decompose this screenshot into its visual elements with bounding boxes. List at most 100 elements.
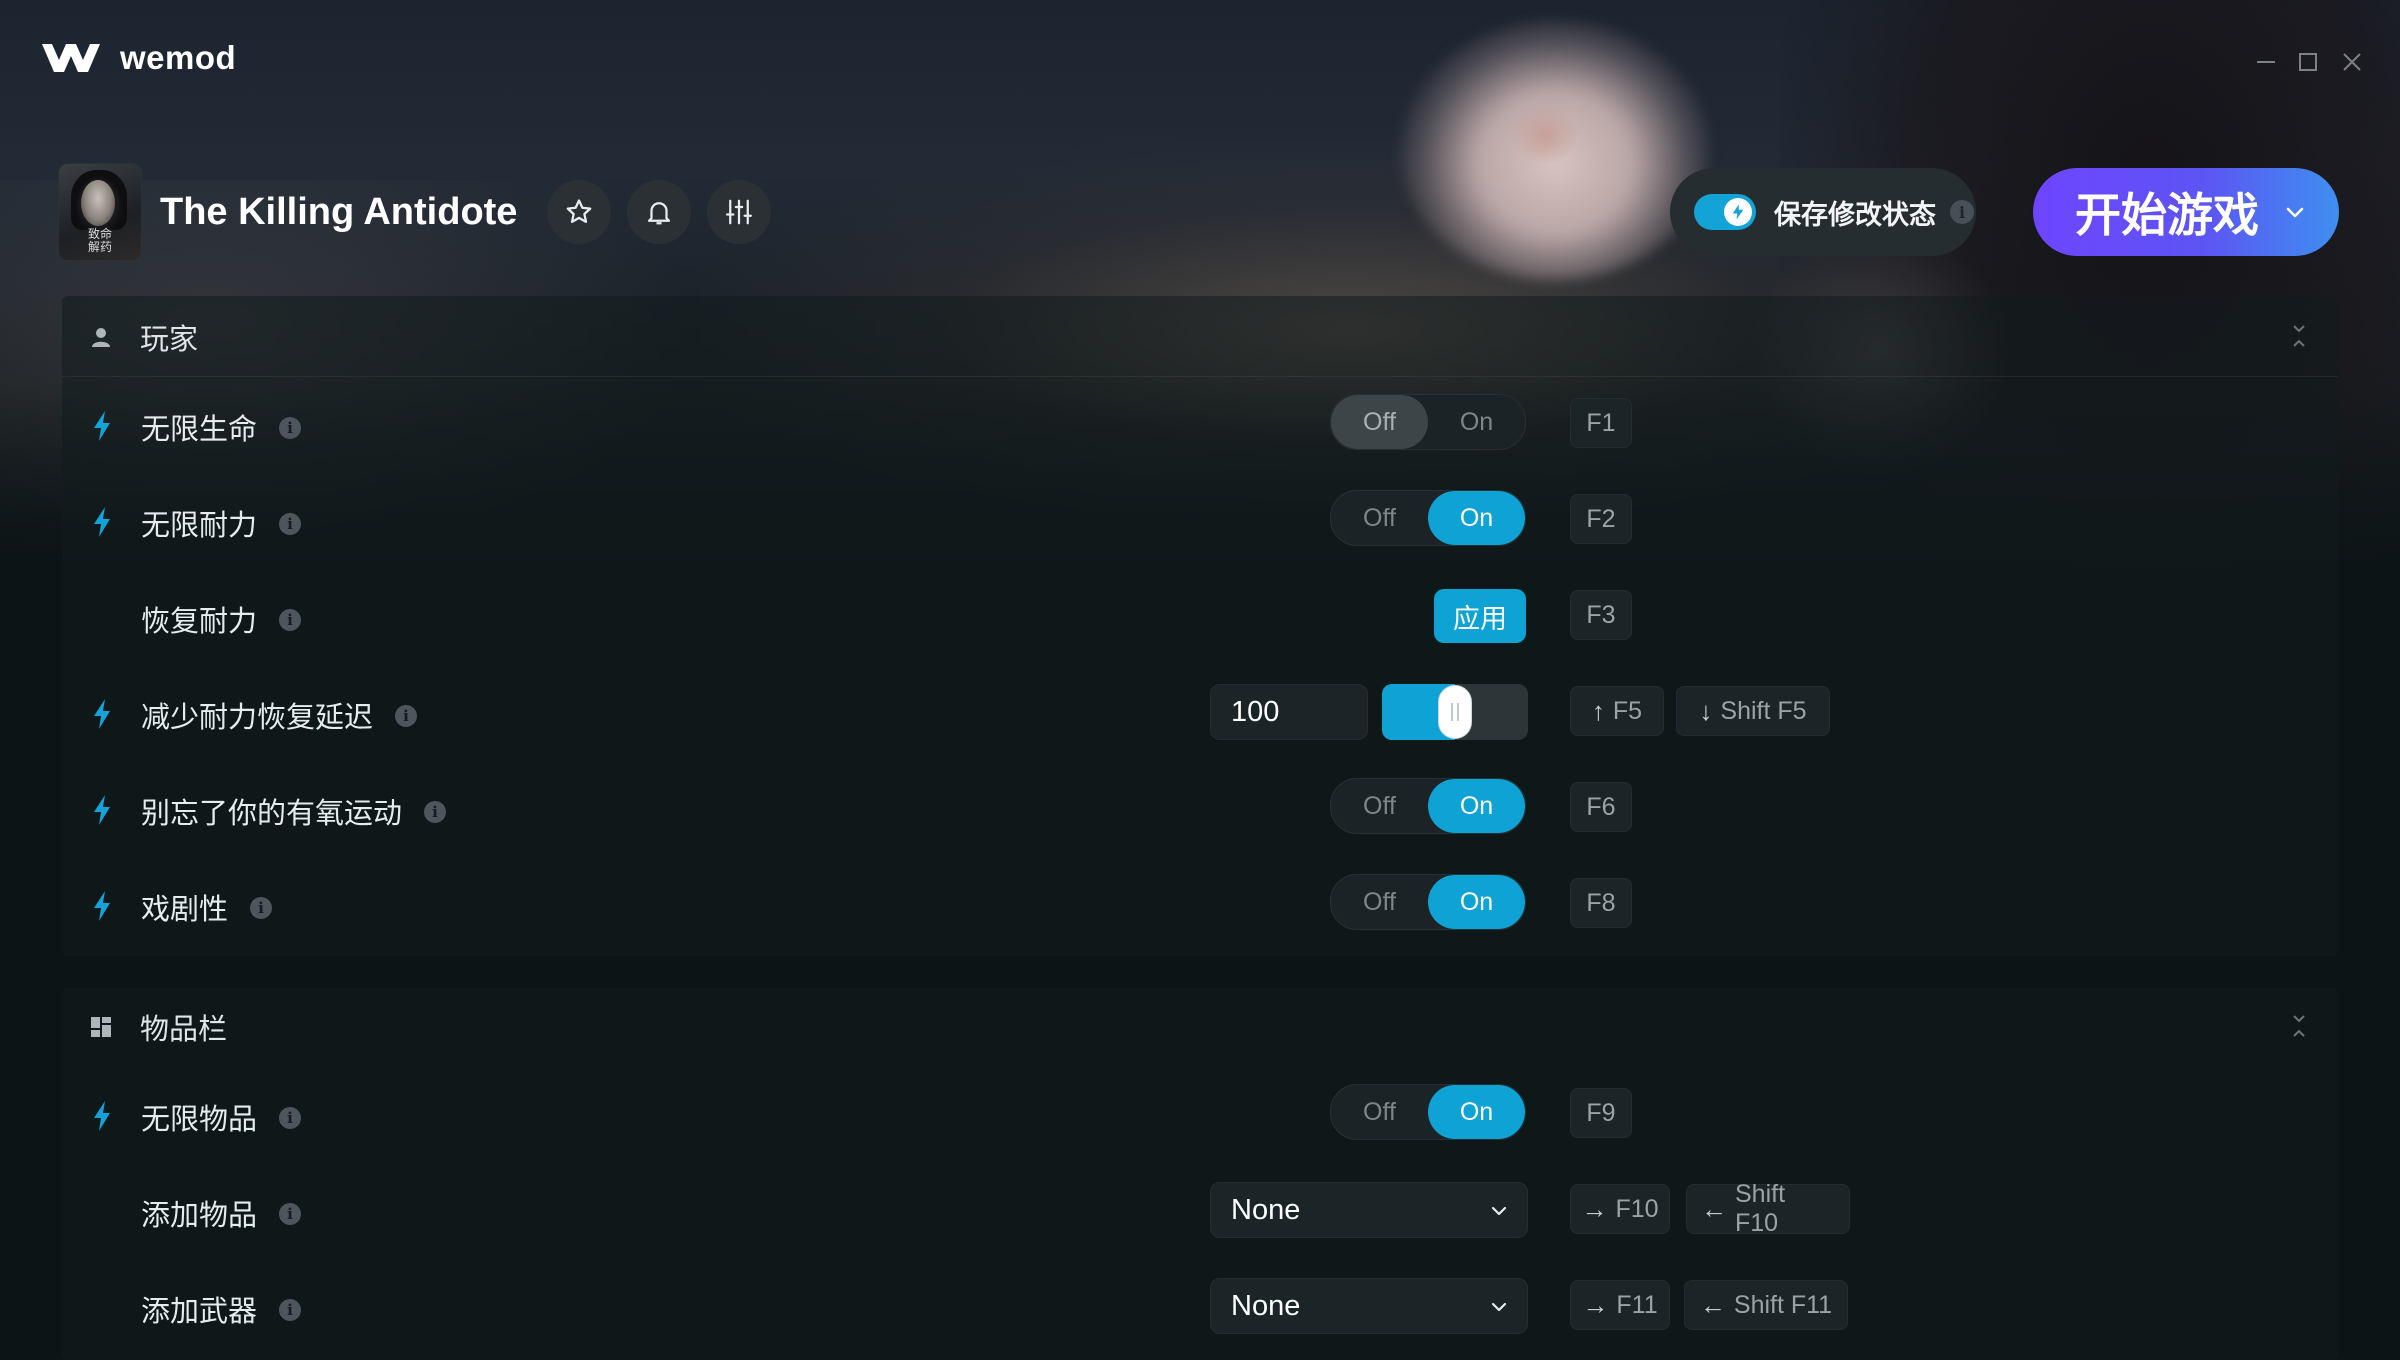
favorite-button[interactable]	[547, 180, 612, 244]
slider-thumb[interactable]	[1438, 685, 1472, 739]
mod-row: 恢复耐力 i 应用 F3	[62, 578, 2338, 658]
section-header-player[interactable]: 玩家	[62, 298, 2338, 376]
collapse-icon[interactable]	[2288, 322, 2310, 354]
toggle-off-option[interactable]: Off	[1331, 491, 1428, 545]
mod-label-text: 恢复耐力	[141, 604, 258, 638]
mod-label-text: 无限耐力	[141, 508, 258, 542]
value-slider[interactable]	[1382, 684, 1528, 740]
bolt-icon	[94, 699, 110, 729]
notify-button[interactable]	[627, 180, 692, 244]
mod-label-text: 别忘了你的有氧运动	[141, 796, 403, 830]
bell-icon	[648, 202, 671, 225]
arrow-left-icon: ←	[1699, 1289, 1726, 1320]
minimize-icon[interactable]	[2248, 44, 2284, 80]
mod-label: 减少耐力恢复延迟 i	[141, 694, 418, 736]
hotkey-badge[interactable]: ← Shift F10	[1686, 1180, 1850, 1237]
hotkey-badge[interactable]: F3	[1570, 590, 1632, 640]
weapon-select[interactable]: None	[1210, 1278, 1528, 1334]
bolt-icon	[1732, 204, 1744, 220]
hotkey-key: Shift F11	[1733, 1290, 1833, 1319]
mod-label-text: 添加物品	[141, 1198, 258, 1232]
mod-label-text: 无限物品	[141, 1102, 258, 1136]
mod-toggle[interactable]: Off On	[1330, 874, 1526, 930]
hotkey-badge[interactable]: F1	[1570, 398, 1632, 448]
game-title: The Killing Antidote	[160, 190, 518, 233]
toggle-off-option[interactable]: Off	[1331, 779, 1428, 833]
mod-toggle[interactable]: Off On	[1330, 1084, 1526, 1140]
divider	[62, 376, 2338, 377]
info-icon[interactable]: i	[279, 609, 302, 631]
mod-toggle[interactable]: Off On	[1330, 394, 1526, 450]
info-icon[interactable]: i	[279, 513, 302, 535]
arrow-right-icon: →	[1582, 1289, 1609, 1320]
mod-row: 无限物品 i Off On F9	[62, 1076, 2338, 1156]
mod-row: 无限生命 i Off On F1	[62, 386, 2338, 466]
info-icon[interactable]: i	[424, 801, 447, 823]
hotkey-badge[interactable]: F2	[1570, 494, 1632, 544]
mod-toggle[interactable]: Off On	[1330, 490, 1526, 546]
mod-label: 无限生命 i	[141, 406, 302, 448]
chevron-down-icon[interactable]	[2283, 200, 2307, 224]
info-icon[interactable]: i	[395, 705, 418, 727]
mod-row: 无限耐力 i Off On F2	[62, 482, 2338, 562]
info-icon[interactable]: i	[279, 1107, 302, 1129]
toggle-off-option[interactable]: Off	[1331, 395, 1428, 449]
app-brand[interactable]: wemod	[40, 38, 236, 78]
apply-button[interactable]: 应用	[1434, 589, 1526, 643]
maximize-icon[interactable]	[2290, 44, 2326, 80]
arrow-right-icon: →	[1581, 1193, 1608, 1224]
mod-row: 减少耐力恢复延迟 i 100 ↑ F5 ↓ Shift F5	[62, 674, 2338, 754]
info-icon[interactable]: i	[279, 1203, 302, 1225]
sliders-icon	[726, 199, 753, 225]
info-icon[interactable]: i	[250, 897, 273, 919]
section-header-inventory[interactable]: 物品栏	[62, 988, 2338, 1066]
bolt-icon	[94, 891, 110, 921]
select-value: None	[1231, 1289, 1301, 1322]
mod-label: 恢复耐力 i	[141, 598, 302, 640]
mod-settings-button[interactable]	[707, 180, 772, 244]
save-mods-switch[interactable]	[1694, 194, 1756, 230]
toggle-on-option[interactable]: On	[1428, 779, 1525, 833]
play-button[interactable]: 开始游戏	[2033, 168, 2339, 256]
hotkey-badge[interactable]: ↑ F5	[1570, 686, 1664, 736]
hotkey-badge[interactable]: ↓ Shift F5	[1676, 686, 1830, 736]
hotkey-key: F11	[1616, 1290, 1658, 1319]
arrow-up-icon: ↑	[1591, 695, 1605, 726]
title-bar: wemod	[0, 0, 2400, 120]
item-select[interactable]: None	[1210, 1182, 1528, 1238]
hotkey-key: F10	[1615, 1194, 1659, 1223]
mod-label-text: 减少耐力恢复延迟	[141, 700, 374, 734]
toggle-on-option[interactable]: On	[1428, 875, 1525, 929]
hotkey-badge[interactable]: F6	[1570, 782, 1632, 832]
hotkey-badge[interactable]: → F10	[1570, 1184, 1670, 1234]
mod-label-text: 戏剧性	[141, 892, 229, 926]
save-mods-label: 保存修改状态	[1774, 199, 1936, 231]
toggle-on-option[interactable]: On	[1428, 395, 1525, 449]
info-icon[interactable]: i	[1950, 200, 1974, 224]
bolt-icon	[94, 795, 110, 825]
arrow-down-icon: ↓	[1699, 695, 1713, 726]
info-icon[interactable]: i	[279, 417, 302, 439]
mod-label-text: 无限生命	[141, 412, 258, 446]
info-icon[interactable]: i	[279, 1299, 302, 1321]
close-icon[interactable]	[2334, 44, 2370, 80]
toggle-on-option[interactable]: On	[1428, 1085, 1525, 1139]
collapse-icon[interactable]	[2288, 1012, 2310, 1044]
mod-label: 无限物品 i	[141, 1096, 302, 1138]
mod-row: 戏剧性 i Off On F8	[62, 866, 2338, 946]
bolt-icon	[94, 507, 110, 537]
toggle-off-option[interactable]: Off	[1331, 1085, 1428, 1139]
toggle-on-option[interactable]: On	[1428, 491, 1525, 545]
save-mods-toggle[interactable]: 保存修改状态 i	[1670, 168, 1976, 256]
number-input[interactable]: 100	[1210, 684, 1368, 740]
mod-label: 戏剧性 i	[141, 886, 273, 928]
chevron-down-icon	[1491, 1206, 1507, 1216]
hotkey-badge[interactable]: F9	[1570, 1088, 1632, 1138]
hotkey-badge[interactable]: F8	[1570, 878, 1632, 928]
hotkey-badge[interactable]: ← Shift F11	[1684, 1280, 1848, 1330]
hotkey-badge[interactable]: → F11	[1570, 1280, 1670, 1330]
mod-label: 别忘了你的有氧运动 i	[141, 790, 447, 832]
app-name: wemod	[120, 39, 237, 76]
toggle-off-option[interactable]: Off	[1331, 875, 1428, 929]
mod-toggle[interactable]: Off On	[1330, 778, 1526, 834]
